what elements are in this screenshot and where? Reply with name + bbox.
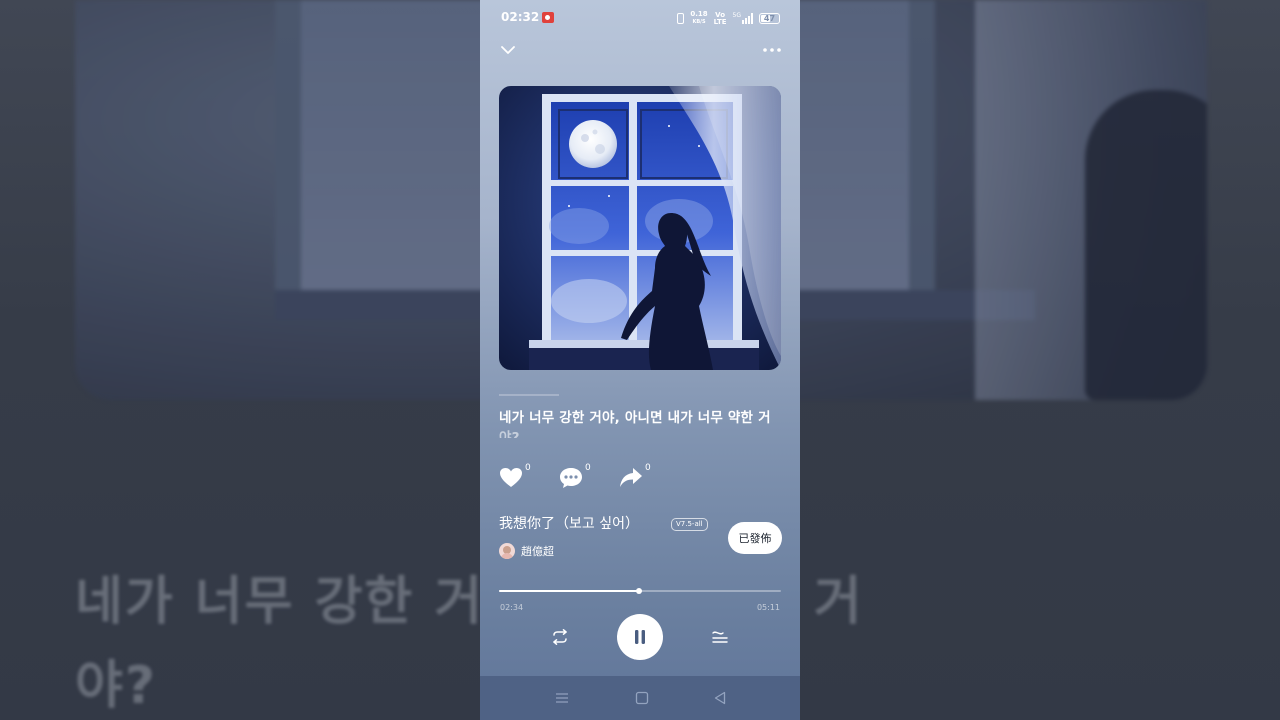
collapse-button[interactable] [494, 36, 522, 64]
repeat-icon [553, 629, 567, 645]
network-type: 5G [732, 12, 741, 19]
share-count: 0 [645, 463, 651, 473]
comment-count: 0 [585, 463, 591, 473]
background-silhouette [1085, 90, 1207, 400]
nav-home-button[interactable] [630, 687, 654, 709]
comment-button[interactable]: 0 [559, 462, 599, 492]
system-nav-bar [480, 676, 800, 720]
progress-knob[interactable] [635, 588, 642, 594]
like-count: 0 [525, 463, 531, 473]
back-triangle-icon [714, 691, 726, 705]
status-bar: 02:32 0.18 KB/S Vo LTE 5G 47 [480, 8, 800, 28]
progress-bar[interactable] [499, 588, 781, 594]
net-speed-unit: KB/S [692, 19, 706, 25]
version-badge: V7.5-all [671, 518, 708, 531]
status-icons: 0.18 KB/S Vo LTE 5G 47 [677, 11, 780, 26]
signal-group: 5G [733, 13, 753, 24]
menu-icon [556, 693, 568, 703]
nav-recents-button[interactable] [550, 687, 574, 709]
artist-row[interactable]: 趙億超 [499, 542, 554, 560]
lyric-line-1: 네가 너무 강한 거야, 아니면 내가 너무 약한 거 [499, 410, 771, 426]
volte-indicator: Vo LTE [713, 11, 727, 26]
playlist-button[interactable] [708, 625, 732, 649]
home-square-icon [635, 691, 649, 705]
artist-name: 趙億超 [521, 545, 554, 558]
share-icon [620, 468, 642, 487]
current-time: 02:34 [500, 603, 524, 612]
pause-button[interactable] [617, 614, 663, 660]
album-artwork-image [499, 86, 781, 370]
more-button[interactable] [758, 36, 786, 64]
playlist-icon [712, 631, 728, 643]
nav-back-button[interactable] [708, 687, 732, 709]
more-icon [763, 48, 781, 52]
like-button[interactable]: 0 [499, 462, 539, 492]
action-bar: 0 0 0 [499, 462, 699, 492]
repeat-button[interactable] [548, 625, 572, 649]
signal-icon [742, 13, 753, 24]
song-title: 我想你了（보고 싶어） [499, 516, 639, 532]
net-speed-value: 0.18 [690, 10, 708, 18]
net-speed: 0.18 KB/S [690, 11, 707, 26]
published-button[interactable]: 已發佈 [728, 522, 782, 554]
lyric-line-2: 야? [499, 430, 520, 438]
pause-icon [635, 630, 645, 644]
screen-record-icon [542, 12, 554, 23]
status-time: 02:32 [501, 10, 540, 24]
current-lyric[interactable]: 네가 너무 강한 거야, 아니면 내가 너무 약한 거 야? [499, 408, 781, 438]
volte-bottom: LTE [713, 17, 727, 26]
battery-icon: 47 [759, 13, 780, 24]
chevron-down-icon [501, 46, 515, 54]
comment-icon [560, 468, 582, 488]
share-button[interactable]: 0 [619, 462, 659, 492]
heart-icon [500, 468, 522, 487]
vibrate-icon [677, 13, 685, 24]
avatar [499, 543, 515, 559]
previous-lyric-hint [499, 393, 781, 397]
battery-level: 47 [763, 14, 776, 23]
duration: 05:11 [756, 603, 780, 612]
phone-screen: 02:32 0.18 KB/S Vo LTE 5G 47 네가 너무 강한 거야… [480, 0, 800, 720]
progress-fill [499, 590, 639, 592]
album-artwork [499, 86, 781, 370]
